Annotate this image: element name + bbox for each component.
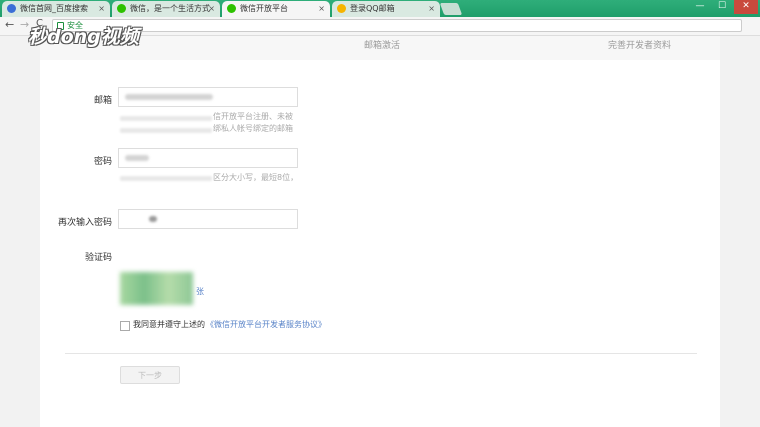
wechat-icon: [227, 4, 236, 13]
tab-wechat-open-platform[interactable]: 微信开放平台 ×: [222, 1, 330, 17]
close-icon[interactable]: ×: [208, 1, 215, 16]
wechat-icon: [117, 4, 126, 13]
tab-strip: 微信首网_百度搜索 × 微信，是一个生活方式 × 微信开放平台 × 登录QQ邮箱…: [0, 0, 760, 17]
divider: [65, 353, 697, 354]
close-icon[interactable]: ×: [98, 1, 105, 16]
tab-title: 登录QQ邮箱: [350, 4, 395, 13]
tab-title: 微信首网_百度搜索: [20, 4, 88, 13]
password-label: 密码: [93, 157, 112, 167]
email-value-blurred: [125, 94, 213, 100]
email-field[interactable]: [118, 87, 298, 107]
confirm-password-label: 再次输入密码: [57, 218, 112, 228]
close-icon[interactable]: ×: [428, 1, 435, 16]
back-icon[interactable]: ←: [5, 18, 14, 31]
email-hint: 信开放平台注册、未被 绑私人帐号绑定的邮箱: [213, 112, 293, 133]
email-label: 邮箱: [93, 96, 112, 106]
cursor-blurred: [149, 216, 157, 222]
address-bar[interactable]: 安全: [52, 19, 742, 32]
minimize-button[interactable]: —: [690, 0, 710, 14]
video-watermark: 秒dong视频: [28, 26, 139, 48]
agree-text: 我同意并遵守上述的: [133, 320, 205, 329]
tab-baidu-search[interactable]: 微信首网_百度搜索 ×: [2, 1, 110, 17]
captcha-label: 验证码: [84, 253, 112, 263]
agree-checkbox[interactable]: [120, 321, 130, 331]
qq-mail-icon: [337, 4, 346, 13]
step-email-activation: 邮箱激活: [364, 41, 401, 51]
hint-blurred: [120, 116, 212, 121]
next-step-button[interactable]: 下一步: [120, 366, 180, 384]
password-hint: 区分大小写，最短8位，: [213, 173, 299, 182]
tab-title: 微信，是一个生活方式: [130, 4, 210, 13]
step-developer-info: 完善开发者资料: [608, 41, 672, 51]
maximize-button[interactable]: ☐: [712, 0, 732, 14]
agreement-link[interactable]: 《微信开放平台开发者服务协议》: [206, 319, 326, 330]
step-indicator: 邮箱激活 完善开发者资料: [40, 36, 720, 60]
tab-title: 微信开放平台: [240, 4, 288, 13]
new-tab-button[interactable]: [439, 3, 463, 15]
password-value-blurred: [125, 155, 149, 161]
confirm-password-field[interactable]: [118, 209, 298, 229]
password-field[interactable]: [118, 148, 298, 168]
tab-qq-mail[interactable]: 登录QQ邮箱 ×: [332, 1, 440, 17]
window-close-button[interactable]: ✕: [734, 0, 758, 14]
close-icon[interactable]: ×: [318, 1, 325, 16]
tab-wechat-home[interactable]: 微信，是一个生活方式 ×: [112, 1, 220, 17]
hint-blurred: [120, 176, 212, 181]
captcha-refresh-link[interactable]: 张: [196, 286, 204, 297]
hint-blurred: [120, 128, 212, 133]
captcha-image[interactable]: [120, 272, 193, 305]
baidu-icon: [7, 4, 16, 13]
